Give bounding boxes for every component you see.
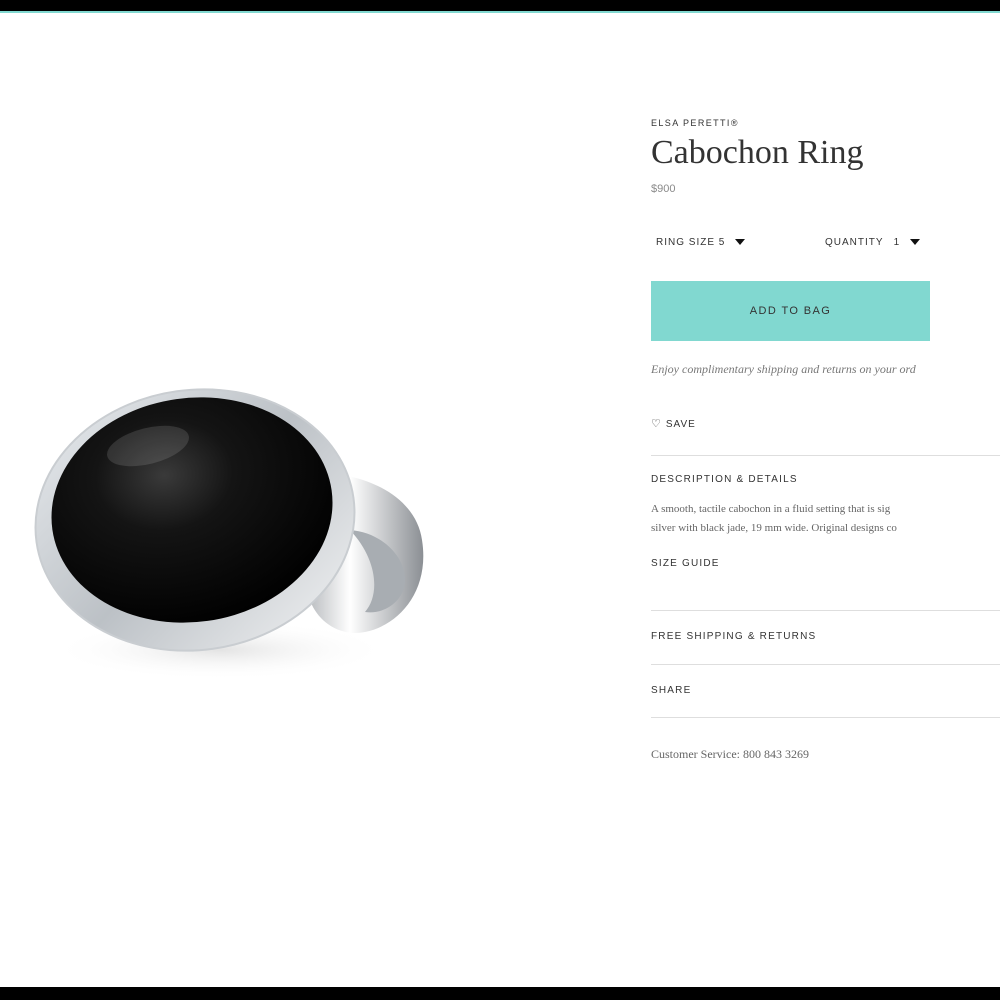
quantity-label: QUANTITY (825, 237, 884, 248)
description-line-2: silver with black jade, 19 mm wide. Orig… (651, 522, 897, 534)
customer-service-text: Customer Service: 800 843 3269 (651, 747, 809, 761)
product-image (34, 388, 424, 680)
screenshot-frame: ELSA PERETTI® Cabochon Ring $900 RING SI… (0, 0, 1000, 1000)
size-guide-link[interactable]: SIZE GUIDE (651, 558, 720, 569)
description-line-1: A smooth, tactile cabochon in a fluid se… (651, 503, 891, 515)
shipping-note: Enjoy complimentary shipping and returns… (651, 362, 916, 376)
divider (651, 610, 1000, 611)
heart-icon: ♡ (651, 418, 662, 430)
top-frame-bar (0, 0, 1000, 11)
description-details-heading[interactable]: DESCRIPTION & DETAILS (651, 474, 798, 485)
chevron-down-icon (735, 239, 746, 246)
quantity-select[interactable]: QUANTITY 1 (825, 237, 921, 248)
divider (651, 664, 1000, 665)
add-to-bag-button[interactable]: ADD TO BAG (651, 281, 930, 341)
ring-size-select[interactable]: RING SIZE 5 (656, 237, 746, 248)
divider (651, 455, 1000, 456)
designer-name[interactable]: ELSA PERETTI® (651, 118, 739, 128)
free-shipping-returns-heading[interactable]: FREE SHIPPING & RETURNS (651, 631, 816, 642)
bottom-frame-bar (0, 987, 1000, 1000)
ring-size-label: RING SIZE 5 (656, 237, 726, 248)
product-price: $900 (651, 183, 676, 195)
description-text: A smooth, tactile cabochon in a fluid se… (651, 500, 1000, 538)
divider (651, 717, 1000, 718)
chevron-down-icon (910, 239, 921, 246)
product-details-panel: ELSA PERETTI® Cabochon Ring $900 RING SI… (651, 112, 1000, 792)
save-button[interactable]: ♡ SAVE (651, 417, 696, 430)
top-accent-line (0, 11, 1000, 13)
share-heading[interactable]: SHARE (651, 685, 691, 696)
save-label: SAVE (665, 419, 696, 430)
product-title: Cabochon Ring (651, 134, 864, 171)
quantity-value: 1 (893, 237, 901, 248)
